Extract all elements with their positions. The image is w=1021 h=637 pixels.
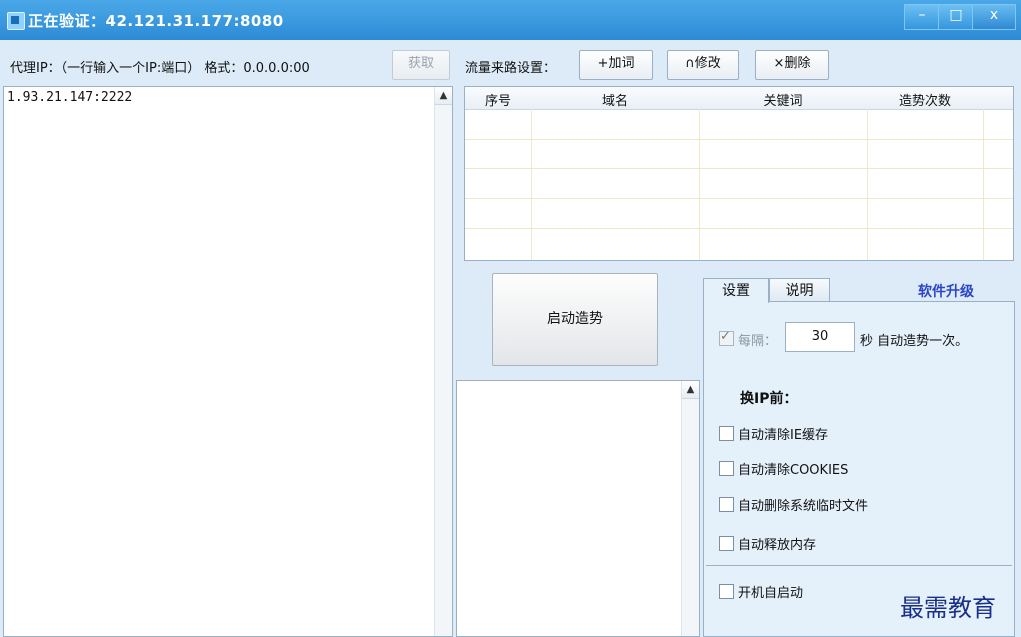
column-divider [699,109,700,260]
column-divider [531,109,532,260]
delete-temp-files-label[interactable]: 自动删除系统临时文件 [738,495,868,514]
row-divider [465,198,1013,199]
proxy-ip-textarea[interactable]: 1.93.21.147:2222 ▲ [3,86,453,637]
start-boost-button[interactable]: 启动造势 [492,273,658,366]
clear-cookies-label[interactable]: 自动清除COOKIES [738,459,848,478]
column-divider [983,109,984,260]
watermark-text: 最需教育 [900,594,996,622]
minimize-button[interactable]: – [904,4,940,30]
add-keyword-button[interactable]: +加词 [579,50,653,80]
tab-help[interactable]: 说明 [769,278,830,302]
column-header-index[interactable]: 序号 [465,90,531,109]
fetch-button[interactable]: 获取 [392,50,450,80]
delete-button[interactable]: ×删除 [755,50,829,80]
row-divider [465,139,1013,140]
modify-button[interactable]: ∩修改 [667,50,739,80]
maximize-button[interactable]: □ [938,4,974,30]
column-header-keyword[interactable]: 关键词 [699,90,867,109]
interval-label: 每隔： [738,334,778,349]
tab-settings[interactable]: 设置 [703,278,769,303]
delete-temp-files-checkbox[interactable] [719,497,734,512]
software-upgrade-link[interactable]: 软件升级 [918,281,974,301]
interval-seconds-input[interactable]: 30 [785,322,855,352]
settings-divider [706,565,1012,566]
proxy-scrollbar[interactable]: ▲ [434,87,452,636]
scroll-up-icon[interactable]: ▲ [682,381,699,399]
column-header-count[interactable]: 造势次数 [867,90,983,109]
proxy-ip-text[interactable]: 1.93.21.147:2222 [7,90,132,105]
clear-ie-cache-checkbox[interactable] [719,426,734,441]
release-memory-checkbox[interactable] [719,536,734,551]
interval-checkbox[interactable] [719,329,734,346]
keyword-table[interactable]: 序号 域名 关键词 造势次数 [464,86,1014,261]
interval-suffix: 秒 自动造势一次。 [860,334,969,349]
title-bar: 正在验证：42.121.31.177:8080 – □ x [0,0,1021,40]
log-textarea[interactable]: ▲ [456,380,700,637]
column-header-domain[interactable]: 域名 [531,90,699,109]
column-divider [867,109,868,260]
row-divider [465,228,1013,229]
app-icon [7,12,25,30]
window-title: 正在验证：42.121.31.177:8080 [28,12,284,30]
autostart-label[interactable]: 开机自启动 [738,582,803,601]
autostart-checkbox[interactable] [719,584,734,599]
before-ip-title: 换IP前： [740,391,798,407]
scroll-up-icon[interactable]: ▲ [435,87,452,105]
proxy-ip-label: 代理IP：（一行输入一个IP:端口） 格式：0.0.0.0:00 [10,61,310,76]
log-scrollbar[interactable]: ▲ [681,381,699,636]
clear-ie-cache-label[interactable]: 自动清除IE缓存 [738,424,828,443]
clear-cookies-checkbox[interactable] [719,461,734,476]
close-button[interactable]: x [972,4,1016,30]
table-header: 序号 域名 关键词 造势次数 [465,87,1013,110]
traffic-source-label: 流量来路设置： [465,61,557,76]
row-divider [465,168,1013,169]
release-memory-label[interactable]: 自动释放内存 [738,534,816,553]
